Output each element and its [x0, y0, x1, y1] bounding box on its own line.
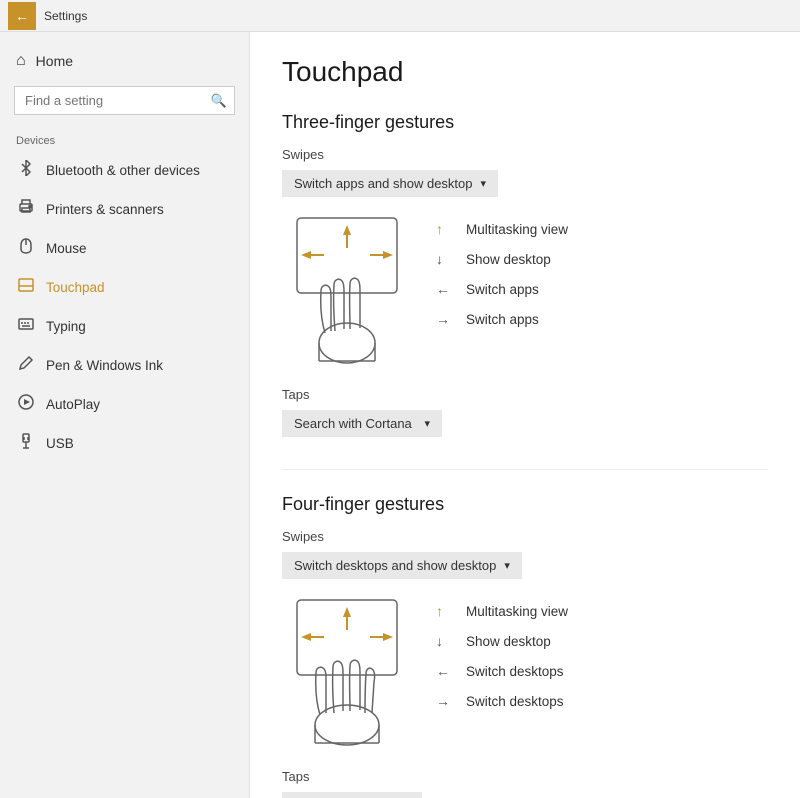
sidebar-item-mouse[interactable]: Mouse	[0, 229, 249, 268]
search-box: 🔍	[14, 86, 235, 115]
bluetooth-icon	[16, 160, 36, 181]
arrow-left-icon: ←	[436, 663, 456, 679]
three-finger-options: ↑ Multitasking view ↓ Show desktop ← Swi…	[436, 213, 568, 327]
gesture-option-label: Switch apps	[466, 312, 539, 327]
titlebar-title: Settings	[44, 9, 87, 23]
sidebar-item-label: Bluetooth & other devices	[46, 163, 200, 178]
arrow-down-icon: ↓	[436, 633, 456, 649]
gesture-option-label: Show desktop	[466, 634, 551, 649]
sidebar-item-autoplay[interactable]: AutoPlay	[0, 385, 249, 424]
sidebar-item-label: Mouse	[46, 241, 87, 256]
swipes-value-4: Switch desktops and show desktop	[294, 558, 496, 573]
gesture-option: ↑ Multitasking view	[436, 221, 568, 237]
search-input[interactable]	[14, 86, 235, 115]
taps-label-3: Taps	[282, 387, 768, 402]
gesture-option: ↓ Show desktop	[436, 251, 568, 267]
swipes-value-3: Switch apps and show desktop	[294, 176, 473, 191]
three-finger-section: Three-finger gestures Swipes Switch apps…	[282, 112, 768, 437]
gesture-option: ↓ Show desktop	[436, 633, 568, 649]
four-finger-gesture-content: ↑ Multitasking view ↓ Show desktop ← Swi…	[282, 595, 768, 753]
taps-dropdown-4[interactable]: Action Center ▾	[282, 792, 422, 798]
main-content: Touchpad Three-finger gestures Swipes Sw…	[250, 32, 800, 798]
sidebar-item-usb[interactable]: USB	[0, 424, 249, 463]
sidebar-item-label: USB	[46, 436, 74, 451]
three-finger-gesture-content: ↑ Multitasking view ↓ Show desktop ← Swi…	[282, 213, 768, 371]
home-label: Home	[36, 53, 73, 69]
sidebar-item-label: AutoPlay	[46, 397, 100, 412]
titlebar: ← Settings	[0, 0, 800, 32]
sidebar: ⌂ Home 🔍 Devices Bluetooth & other devic…	[0, 32, 250, 798]
arrow-right-icon: →	[436, 693, 456, 709]
typing-icon	[16, 316, 36, 337]
swipes-label-3: Swipes	[282, 147, 768, 162]
page-title: Touchpad	[282, 56, 768, 88]
gesture-option-label: Multitasking view	[466, 222, 568, 237]
sidebar-item-bluetooth[interactable]: Bluetooth & other devices	[0, 151, 249, 190]
gesture-option-label: Switch desktops	[466, 664, 564, 679]
sidebar-item-touchpad[interactable]: Touchpad	[0, 268, 249, 307]
three-finger-illustration	[282, 213, 412, 371]
gesture-option: → Switch desktops	[436, 693, 568, 709]
gesture-option-label: Show desktop	[466, 252, 551, 267]
sidebar-item-label: Printers & scanners	[46, 202, 164, 217]
mouse-icon	[16, 238, 36, 259]
search-icon: 🔍	[211, 93, 227, 109]
section-divider	[282, 469, 768, 470]
sidebar-item-printers[interactable]: Printers & scanners	[0, 190, 249, 229]
chevron-down-icon: ▾	[481, 177, 487, 190]
sidebar-item-label: Typing	[46, 319, 86, 334]
taps-dropdown-3[interactable]: Search with Cortana ▾	[282, 410, 442, 437]
four-finger-title: Four-finger gestures	[282, 494, 768, 515]
sidebar-item-pen[interactable]: Pen & Windows Ink	[0, 346, 249, 385]
gesture-option: ← Switch apps	[436, 281, 568, 297]
gesture-option-label: Switch desktops	[466, 694, 564, 709]
usb-icon	[16, 433, 36, 454]
sidebar-item-typing[interactable]: Typing	[0, 307, 249, 346]
sidebar-item-home[interactable]: ⌂ Home	[0, 44, 249, 78]
three-finger-svg	[282, 213, 412, 368]
arrow-down-icon: ↓	[436, 251, 456, 267]
four-finger-section: Four-finger gestures Swipes Switch deskt…	[282, 494, 768, 798]
gesture-option-label: Switch apps	[466, 282, 539, 297]
four-finger-illustration	[282, 595, 412, 753]
swipes-dropdown-3[interactable]: Switch apps and show desktop ▾	[282, 170, 498, 197]
autoplay-icon	[16, 394, 36, 415]
three-finger-title: Three-finger gestures	[282, 112, 768, 133]
taps-label-4: Taps	[282, 769, 768, 784]
swipes-dropdown-4[interactable]: Switch desktops and show desktop ▾	[282, 552, 522, 579]
gesture-option: ← Switch desktops	[436, 663, 568, 679]
taps-value-3: Search with Cortana	[294, 416, 412, 431]
arrow-up-icon: ↑	[436, 221, 456, 237]
home-icon: ⌂	[16, 52, 26, 70]
gesture-option: ↑ Multitasking view	[436, 603, 568, 619]
sidebar-section-label: Devices	[0, 123, 249, 151]
chevron-down-icon: ▾	[504, 559, 510, 572]
four-finger-options: ↑ Multitasking view ↓ Show desktop ← Swi…	[436, 595, 568, 709]
swipes-label-4: Swipes	[282, 529, 768, 544]
chevron-down-icon: ▾	[424, 417, 430, 430]
back-button[interactable]: ←	[8, 2, 36, 30]
arrow-right-icon: →	[436, 311, 456, 327]
four-finger-svg	[282, 595, 412, 750]
pen-icon	[16, 355, 36, 376]
gesture-option-label: Multitasking view	[466, 604, 568, 619]
gesture-option: → Switch apps	[436, 311, 568, 327]
arrow-up-icon: ↑	[436, 603, 456, 619]
sidebar-item-label: Pen & Windows Ink	[46, 358, 163, 373]
app-container: ⌂ Home 🔍 Devices Bluetooth & other devic…	[0, 0, 800, 798]
sidebar-item-label: Touchpad	[46, 280, 105, 295]
touchpad-icon	[16, 277, 36, 298]
printer-icon	[16, 199, 36, 220]
arrow-left-icon: ←	[436, 281, 456, 297]
